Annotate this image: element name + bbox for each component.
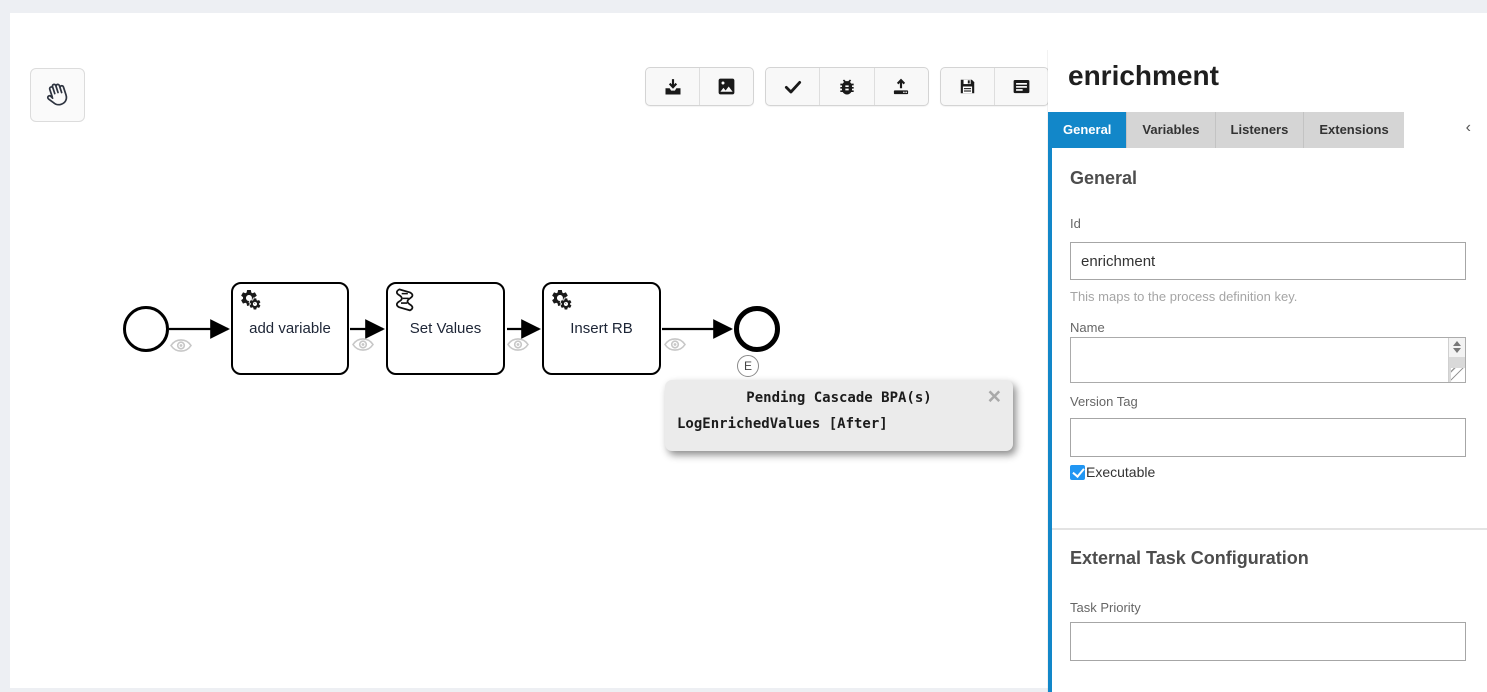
tab-extensions[interactable]: Extensions [1303, 112, 1403, 148]
panel-tabs: General Variables Listeners Extensions [1048, 112, 1404, 148]
script-scroll-icon [393, 287, 427, 321]
properties-panel: enrichment General Variables Listeners E… [1048, 50, 1487, 692]
pending-cascade-tooltip: Pending Cascade BPA(s) LogEnrichedValues… [665, 380, 1013, 451]
tooltip-title: Pending Cascade BPA(s) [665, 390, 1013, 406]
task-priority-input[interactable] [1070, 622, 1466, 661]
page-title: enrichment [1068, 60, 1219, 92]
scroll-down-icon[interactable] [1453, 348, 1461, 353]
collapse-panel-chevron-icon[interactable]: ‹ [1466, 120, 1471, 136]
save-floppy-icon [958, 77, 977, 96]
task-priority-label: Task Priority [1070, 600, 1141, 615]
task-label: Set Values [410, 320, 481, 337]
pan-tool-button[interactable] [30, 68, 85, 122]
version-tag-input[interactable] [1070, 418, 1466, 457]
form-list-icon [1011, 76, 1032, 97]
section-heading-general: General [1070, 168, 1137, 189]
watch-eye-icon[interactable] [664, 338, 686, 351]
id-help-text: This maps to the process definition key. [1070, 289, 1297, 304]
deploy-button[interactable] [875, 68, 928, 105]
resize-grip-icon[interactable] [1451, 368, 1465, 382]
tooltip-entry: LogEnrichedValues [After] [665, 416, 1013, 432]
debug-button[interactable] [820, 68, 874, 105]
task-set-values[interactable]: Set Values [386, 282, 505, 375]
task-add-variable[interactable]: add variable [231, 282, 349, 375]
download-button[interactable] [646, 68, 700, 105]
name-textarea[interactable] [1071, 338, 1448, 382]
check-validate-icon [783, 77, 803, 97]
general-tab-content: General Id This maps to the process defi… [1052, 148, 1487, 692]
export-image-button[interactable] [700, 68, 753, 105]
toolbar-group-save [940, 67, 1049, 106]
name-field-wrap [1070, 337, 1466, 383]
end-event[interactable] [734, 306, 780, 352]
download-icon [663, 77, 683, 97]
tab-variables[interactable]: Variables [1126, 112, 1214, 148]
scroll-up-icon[interactable] [1453, 341, 1461, 346]
watch-eye-icon[interactable] [352, 338, 374, 351]
name-label: Name [1070, 320, 1105, 335]
id-label: Id [1070, 216, 1081, 231]
watch-eye-icon[interactable] [507, 338, 529, 351]
section-heading-external-task: External Task Configuration [1070, 548, 1309, 569]
id-input[interactable] [1070, 242, 1466, 280]
upload-deploy-icon [891, 77, 911, 97]
executable-label: Executable [1086, 464, 1155, 480]
section-divider [1052, 528, 1487, 530]
close-icon[interactable]: × [988, 385, 1001, 408]
toolbar-group-validate [765, 67, 929, 106]
toolbar-group-file [645, 67, 754, 106]
form-editor-button[interactable] [995, 68, 1048, 105]
watch-eye-icon[interactable] [170, 339, 192, 352]
save-button[interactable] [941, 68, 995, 105]
service-gears-icon [238, 287, 272, 321]
start-event[interactable] [123, 306, 169, 352]
task-insert-rb[interactable]: Insert RB [542, 282, 661, 375]
service-gears-icon [549, 287, 583, 321]
textarea-scrollbar[interactable] [1448, 338, 1465, 382]
task-label: add variable [249, 320, 331, 337]
image-export-icon [716, 76, 737, 97]
task-label: Insert RB [570, 320, 633, 337]
bug-debug-icon [837, 77, 857, 97]
validate-button[interactable] [766, 68, 820, 105]
tab-listeners[interactable]: Listeners [1215, 112, 1304, 148]
executable-checkbox-row[interactable]: Executable [1070, 464, 1155, 480]
executable-checkbox[interactable] [1070, 465, 1085, 480]
end-event-badge[interactable]: E [737, 355, 759, 377]
version-tag-label: Version Tag [1070, 394, 1138, 409]
tab-general[interactable]: General [1048, 112, 1126, 148]
hand-pan-icon [42, 79, 74, 111]
